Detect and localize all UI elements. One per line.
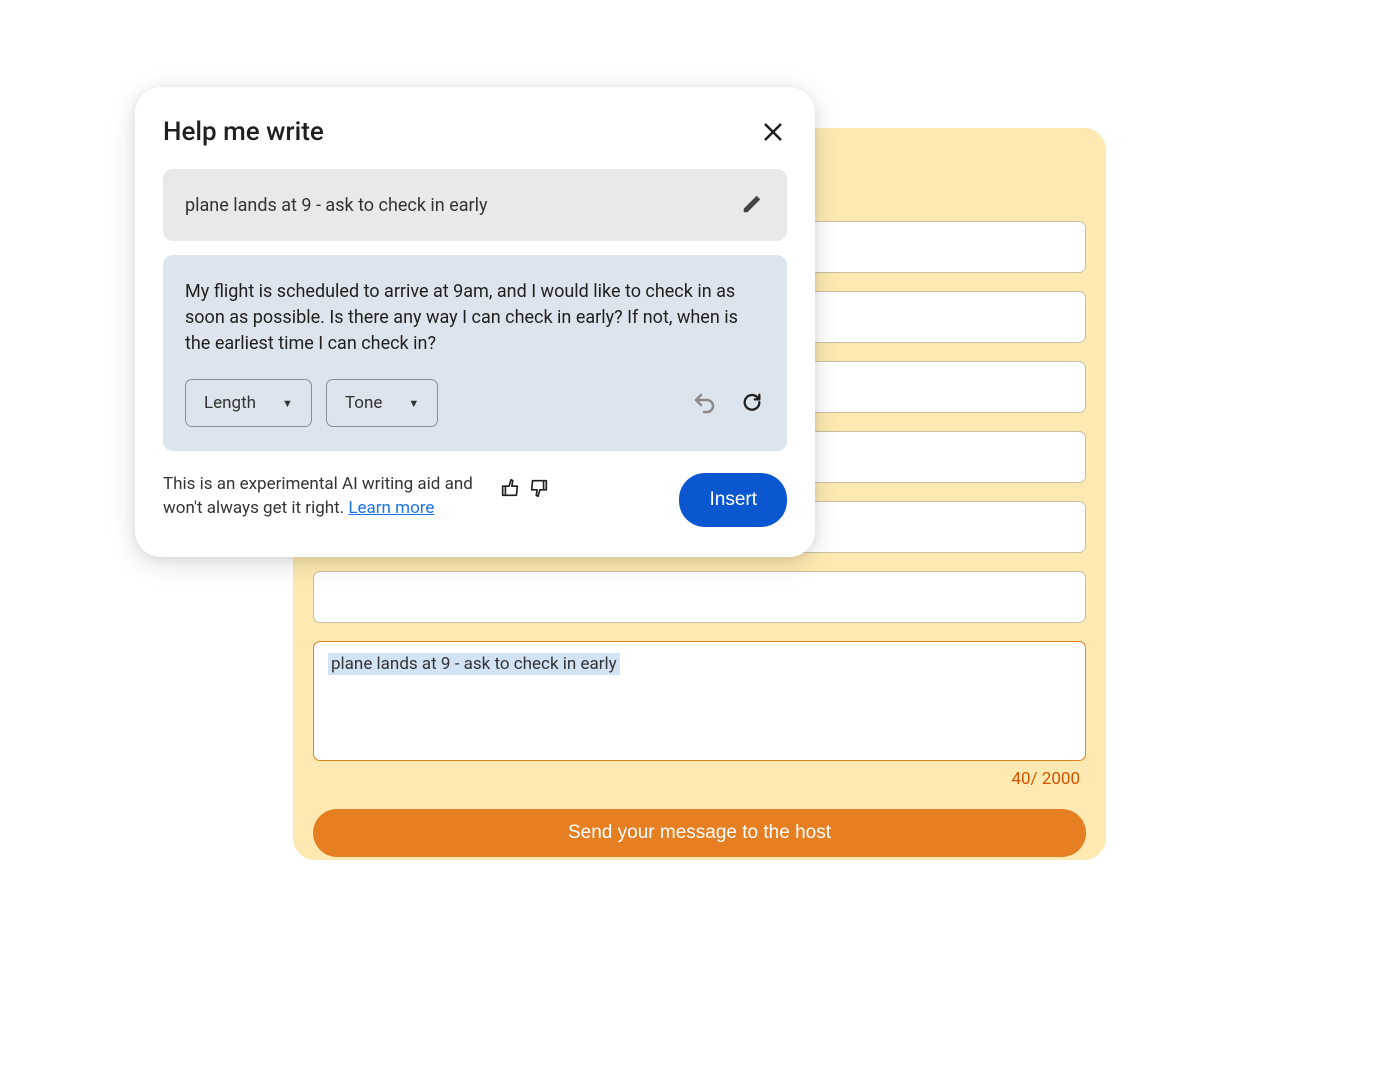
- length-label: Length: [204, 393, 256, 413]
- modal-header: Help me write: [163, 117, 787, 147]
- disclaimer-text: This is an experimental AI writing aid a…: [163, 473, 483, 521]
- prompt-text: plane lands at 9 - ask to check in early: [185, 195, 488, 216]
- thumbs-down-icon: [528, 477, 550, 499]
- tone-dropdown[interactable]: Tone ▼: [326, 379, 438, 427]
- edit-prompt-button[interactable]: [741, 193, 765, 217]
- thumbs-down-button[interactable]: [526, 475, 552, 501]
- response-box: My flight is scheduled to arrive at 9am,…: [163, 255, 787, 451]
- action-icons: [691, 390, 765, 416]
- learn-more-link[interactable]: Learn more: [348, 498, 434, 518]
- thumbs-up-button[interactable]: [497, 475, 523, 501]
- close-button[interactable]: [759, 118, 787, 146]
- refresh-icon: [741, 392, 763, 414]
- pencil-icon: [741, 193, 763, 215]
- close-icon: [763, 122, 783, 142]
- selected-text: plane lands at 9 - ask to check in early: [328, 653, 620, 675]
- length-dropdown[interactable]: Length ▼: [185, 379, 312, 427]
- message-textarea[interactable]: plane lands at 9 - ask to check in early: [313, 641, 1086, 761]
- form-field[interactable]: [313, 571, 1086, 623]
- undo-button[interactable]: [691, 390, 717, 416]
- generated-response: My flight is scheduled to arrive at 9am,…: [185, 279, 765, 357]
- chevron-down-icon: ▼: [408, 397, 419, 410]
- help-me-write-modal: Help me write plane lands at 9 - ask to …: [135, 87, 815, 557]
- dropdown-group: Length ▼ Tone ▼: [185, 379, 438, 427]
- chevron-down-icon: ▼: [282, 397, 293, 410]
- disclaimer-section: This is an experimental AI writing aid a…: [163, 473, 552, 521]
- feedback-thumbs: [497, 475, 552, 501]
- tone-label: Tone: [345, 393, 382, 413]
- insert-button[interactable]: Insert: [679, 473, 787, 527]
- regenerate-button[interactable]: [739, 390, 765, 416]
- insert-label: Insert: [709, 489, 757, 510]
- undo-icon: [692, 391, 716, 415]
- send-message-button[interactable]: Send your message to the host: [313, 809, 1086, 857]
- char-counter: 40/ 2000: [313, 769, 1086, 789]
- modal-footer: This is an experimental AI writing aid a…: [163, 473, 787, 527]
- prompt-box: plane lands at 9 - ask to check in early: [163, 169, 787, 241]
- modal-title: Help me write: [163, 117, 324, 147]
- thumbs-up-icon: [499, 477, 521, 499]
- controls-row: Length ▼ Tone ▼: [185, 379, 765, 427]
- send-button-label: Send your message to the host: [568, 822, 831, 844]
